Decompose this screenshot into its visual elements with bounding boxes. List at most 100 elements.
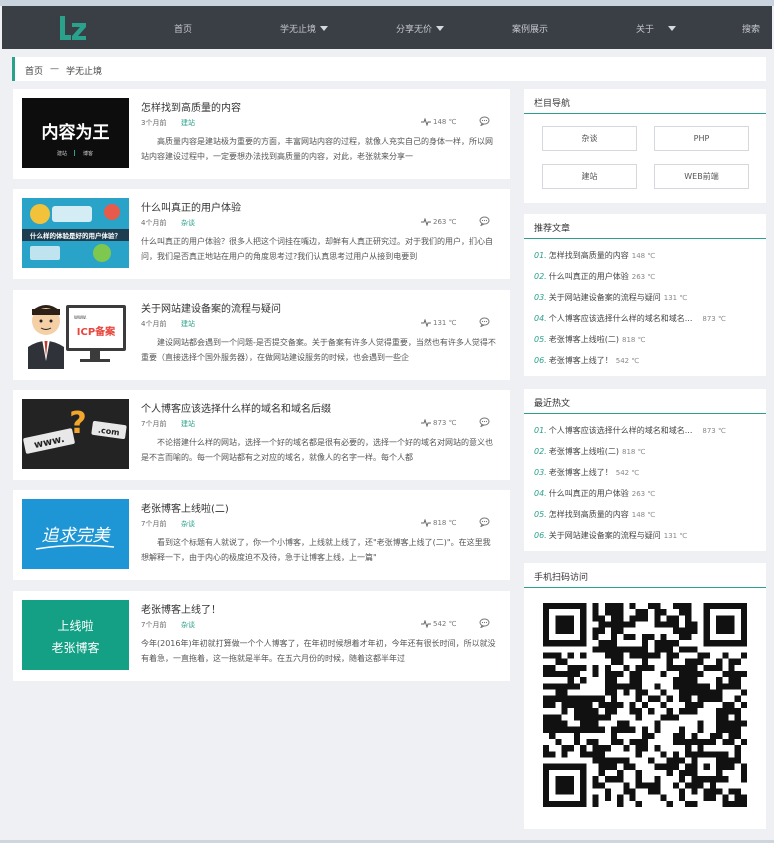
- breadcrumb-current[interactable]: 学无止境: [66, 64, 102, 77]
- article-excerpt: 看到这个标题有人就说了，你一个小博客，上线就上线了，还"老张博客上线了(二)"。…: [141, 538, 491, 562]
- breadcrumb: 首页 — 学无止境: [12, 57, 766, 81]
- article-thumbnail[interactable]: www. ? .com: [22, 399, 129, 469]
- site-logo[interactable]: lz: [58, 15, 88, 41]
- article-card: 上线啦 老张博客 老张博客上线了！ 7个月前 杂谈 542 ℃ 今年(2016年…: [13, 591, 510, 681]
- article-tag[interactable]: 建站: [181, 419, 195, 429]
- panel-header: 手机扫码访问: [524, 563, 766, 588]
- panel-title: 推荐文章: [534, 224, 571, 234]
- pulse-icon: [421, 519, 431, 527]
- article-tag[interactable]: 建站: [181, 118, 195, 128]
- svg-text:ICP备案: ICP备案: [77, 325, 116, 338]
- svg-text:追求完美: 追求完美: [42, 526, 112, 546]
- article-title[interactable]: 怎样找到高质量的内容: [141, 99, 241, 114]
- article-views: 873 ℃: [421, 419, 456, 427]
- breadcrumb-separator: —: [50, 64, 59, 74]
- ranked-article[interactable]: 04. 个人博客应该选择什么样的域名和域名... 873 ℃: [534, 313, 726, 324]
- article-tag[interactable]: 杂谈: [181, 218, 195, 228]
- panel-header: 推荐文章: [524, 214, 766, 239]
- article-time: 4个月前: [141, 219, 167, 227]
- article-card: www. ? .com 个人博客应该选择什么样的域名和域名后缀 7个月前 建站 …: [13, 390, 510, 480]
- article-views: 148 ℃: [421, 118, 456, 126]
- category-button[interactable]: 建站: [542, 164, 637, 189]
- nav-sharing[interactable]: 分享无价: [396, 22, 445, 35]
- ranked-article[interactable]: 06. 关于网站建设备案的流程与疑问 131 ℃: [534, 530, 687, 541]
- comment-icon[interactable]: [479, 618, 490, 628]
- pulse-icon: [421, 118, 431, 126]
- pulse-icon: [421, 319, 431, 327]
- article-thumbnail[interactable]: WWW. ICP备案: [22, 299, 129, 369]
- panel-header: 最近热文: [524, 389, 766, 414]
- nav-about[interactable]: 关于: [636, 22, 677, 35]
- article-views: 542 ℃: [421, 620, 456, 628]
- article-excerpt: 今年(2016年)年初就打算做一个个人博客了，在年初时候想着才年初，今年还有很长…: [141, 639, 496, 663]
- article-views: 263 ℃: [421, 218, 456, 226]
- category-button[interactable]: WEB前端: [654, 164, 749, 189]
- ranked-article[interactable]: 04. 什么叫真正的用户体验 263 ℃: [534, 488, 655, 499]
- svg-text:内容为王: 内容为王: [42, 122, 110, 143]
- ranked-article[interactable]: 01. 个人博客应该选择什么样的域名和域名... 873 ℃: [534, 425, 726, 436]
- panel-header: 栏目导航: [524, 89, 766, 114]
- caret-down-icon: [320, 26, 329, 31]
- caret-down-icon: [668, 26, 677, 31]
- article-time: 7个月前: [141, 520, 167, 528]
- ranked-article[interactable]: 02. 什么叫真正的用户体验 263 ℃: [534, 271, 655, 282]
- article-time: 7个月前: [141, 621, 167, 629]
- comment-icon[interactable]: [479, 116, 490, 126]
- article-thumbnail[interactable]: 内容为王 建站 博客: [22, 98, 129, 168]
- article-excerpt: 不论搭建什么样的网站，选择一个好的域名都是很有必要的，选择一个好的域名对网站的意…: [141, 438, 493, 462]
- ranked-article[interactable]: 03. 关于网站建设备案的流程与疑问 131 ℃: [534, 292, 687, 303]
- svg-text:建站: 建站: [57, 150, 67, 157]
- article-thumbnail[interactable]: 上线啦 老张博客: [22, 600, 129, 670]
- article-title[interactable]: 个人博客应该选择什么样的域名和域名后缀: [141, 400, 331, 415]
- comment-icon[interactable]: [479, 216, 490, 226]
- category-button[interactable]: PHP: [654, 126, 749, 151]
- ranked-article[interactable]: 01. 怎样找到高质量的内容 148 ℃: [534, 250, 655, 261]
- article-title[interactable]: 关于网站建设备案的流程与疑问: [141, 300, 281, 315]
- article-views: 818 ℃: [421, 519, 456, 527]
- comment-icon[interactable]: [479, 317, 490, 327]
- article-time: 3个月前: [141, 119, 167, 127]
- nav-learning[interactable]: 学无止境: [280, 22, 329, 35]
- article-card: 内容为王 建站 博客 怎样找到高质量的内容 3个月前 建站 148 ℃ 高质量内…: [13, 89, 510, 179]
- category-button[interactable]: 杂谈: [542, 126, 637, 151]
- breadcrumb-home[interactable]: 首页: [25, 64, 43, 77]
- ranked-article[interactable]: 05. 老张博客上线啦(二) 818 ℃: [534, 334, 645, 345]
- article-excerpt: 什么叫真正的用户体验？很多人把这个词挂在嘴边，却鲜有人真正研究过。对于我们的用户…: [141, 237, 493, 261]
- ranked-article[interactable]: 06. 老张博客上线了！ 542 ℃: [534, 355, 639, 366]
- ranked-article[interactable]: 02. 老张博客上线啦(二) 818 ℃: [534, 446, 645, 457]
- qr-code: [543, 603, 747, 807]
- article-time: 7个月前: [141, 420, 167, 428]
- article-title[interactable]: 老张博客上线了！: [141, 601, 221, 616]
- article-title[interactable]: 什么叫真正的用户体验: [141, 199, 241, 214]
- pulse-icon: [421, 419, 431, 427]
- pulse-icon: [421, 620, 431, 628]
- svg-text:老张博客: 老张博客: [51, 640, 99, 655]
- caret-down-icon: [436, 26, 445, 31]
- article-card: 追求完美 老张博客上线啦(二) 7个月前 杂谈 818 ℃ 看到这个标题有人就说…: [13, 490, 510, 580]
- article-thumbnail[interactable]: 追求完美: [22, 499, 129, 569]
- article-tag[interactable]: 建站: [181, 319, 195, 329]
- ranked-article[interactable]: 03. 老张博客上线了！ 542 ℃: [534, 467, 639, 478]
- nav-search[interactable]: 搜索: [742, 22, 760, 35]
- svg-text:上线啦: 上线啦: [57, 618, 93, 633]
- panel-title: 栏目导航: [534, 99, 571, 109]
- ranked-article[interactable]: 05. 怎样找到高质量的内容 148 ℃: [534, 509, 655, 520]
- article-tag[interactable]: 杂谈: [181, 519, 195, 529]
- article-views: 131 ℃: [421, 319, 456, 327]
- nav-cases[interactable]: 案例展示: [512, 22, 548, 35]
- category-nav-panel: 栏目导航 杂谈 PHP 建站 WEB前端: [524, 89, 766, 203]
- article-excerpt: 高质量内容是建站极为重要的方面，丰富网站内容的过程，就像人充实自己的身体一样，所…: [141, 137, 493, 161]
- panel-title: 手机扫码访问: [534, 573, 589, 583]
- article-time: 4个月前: [141, 320, 167, 328]
- article-thumbnail[interactable]: 什么样的体验是好的用户体验？: [22, 198, 129, 268]
- comment-icon[interactable]: [479, 417, 490, 427]
- comment-icon[interactable]: [479, 517, 490, 527]
- article-title[interactable]: 老张博客上线啦(二): [141, 500, 229, 515]
- svg-text:博客: 博客: [83, 150, 93, 157]
- article-excerpt: 建设网站都会遇到一个问题-是否提交备案。关于备案有许多人觉得重要，当然也有许多人…: [141, 338, 496, 362]
- article-card: WWW. ICP备案 关于网站建设备案的流程与疑问 4个月前 建站 131 ℃ …: [13, 290, 510, 380]
- nav-home[interactable]: 首页: [174, 22, 192, 35]
- top-navbar: lz 首页 学无止境 分享无价 案例展示 关于 搜索: [2, 6, 772, 49]
- article-tag[interactable]: 杂谈: [181, 620, 195, 630]
- hot-articles-panel: 最近热文 01. 个人博客应该选择什么样的域名和域名... 873 ℃ 02. 老张博…: [524, 389, 766, 551]
